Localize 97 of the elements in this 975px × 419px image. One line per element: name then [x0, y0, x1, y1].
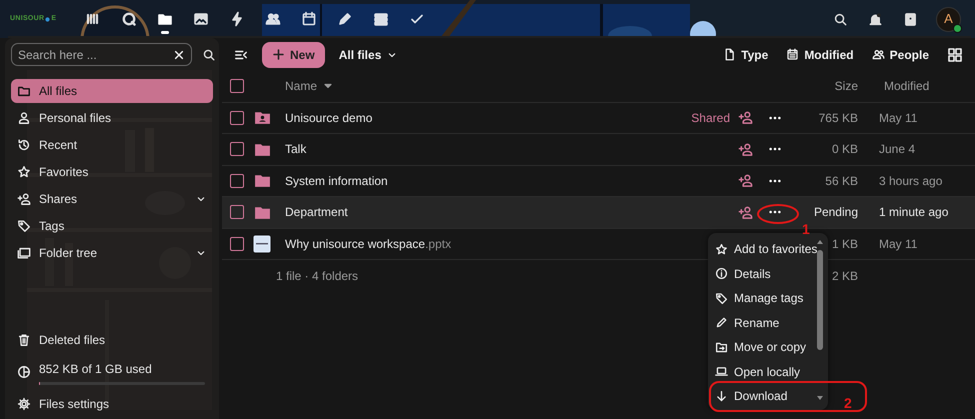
- filter-button[interactable]: Modified: [782, 46, 858, 64]
- file-size: 0 KB: [832, 142, 858, 156]
- add-person-icon: [738, 142, 752, 157]
- storage-label: 852 KB of 1 GB used: [39, 360, 153, 378]
- nav-item[interactable]: Folder tree: [11, 241, 213, 265]
- row-checkbox[interactable]: [230, 110, 244, 125]
- row-checkbox[interactable]: [230, 174, 244, 188]
- file-thumbnail-icon: [253, 234, 271, 253]
- nav-item[interactable]: Recent: [11, 133, 213, 157]
- shared-label[interactable]: Shared: [691, 108, 730, 127]
- table-row[interactable]: Unisource demo Shared 765 KB May 11: [222, 102, 975, 134]
- search-input[interactable]: Search here ...: [18, 46, 173, 64]
- table-row[interactable]: Talk 0 KB June 4: [222, 134, 975, 166]
- search-icon: [202, 48, 216, 62]
- folder-icon: [254, 172, 270, 190]
- modified-date: 3 hours ago: [878, 172, 944, 190]
- add-person-icon: [738, 110, 752, 126]
- menu-item[interactable]: Details: [708, 262, 814, 286]
- file-size: 56 KB: [825, 174, 858, 188]
- download-icon: [715, 390, 728, 403]
- row-checkbox[interactable]: [230, 142, 244, 156]
- file-size: Pending: [814, 205, 858, 220]
- shared-folder-icon: [254, 109, 270, 126]
- annotation-ellipse: [757, 204, 799, 224]
- folder-move-icon: [715, 340, 728, 354]
- file-name[interactable]: System information: [285, 172, 730, 190]
- more-icon: [769, 147, 781, 152]
- close-icon: [173, 48, 185, 60]
- add-person-icon: [738, 173, 752, 188]
- pencil-icon: [715, 316, 728, 330]
- history-icon: [17, 138, 31, 152]
- tag-icon: [715, 292, 728, 305]
- summary-text: 1 file · 4 folders: [276, 268, 358, 285]
- row-checkbox[interactable]: [230, 236, 244, 251]
- column-header: Size: [834, 78, 859, 96]
- nav-label: Files settings: [39, 396, 110, 413]
- total-size: 2 KB: [832, 268, 858, 283]
- more-icon: [769, 116, 781, 120]
- pie-chart-icon: [17, 365, 31, 379]
- file-name[interactable]: Unisource demo: [285, 108, 692, 127]
- people-icon: [872, 48, 885, 61]
- new-button[interactable]: New: [262, 42, 325, 68]
- tag-icon: [17, 219, 31, 233]
- nav-item[interactable]: Files settings: [11, 392, 213, 416]
- menu-item[interactable]: Rename: [708, 310, 814, 335]
- info-icon: [715, 267, 728, 280]
- more-icon: [769, 178, 781, 183]
- nav-item[interactable]: Favorites: [11, 160, 213, 184]
- nav-label: Deleted files: [39, 332, 106, 349]
- laptop-icon: [715, 365, 728, 378]
- file-name[interactable]: Department: [285, 203, 730, 222]
- folder-icon: [17, 84, 31, 98]
- search-field[interactable]: Search here ...: [11, 43, 192, 66]
- nav-item[interactable]: Shares: [11, 187, 213, 211]
- name-column-header[interactable]: Name: [285, 77, 334, 96]
- more-icon: [769, 210, 781, 214]
- nav-label: Recent: [39, 137, 78, 154]
- nav-item[interactable]: Personal files: [11, 106, 213, 130]
- modified-date: June 4: [878, 141, 916, 158]
- nav-item[interactable]: All files: [11, 79, 213, 103]
- nav-label: All files: [39, 83, 78, 100]
- nav-label: Tags: [39, 218, 66, 235]
- modified-date: 1 minute ago: [878, 204, 950, 222]
- column-header: Modified: [883, 78, 930, 96]
- folder-tree-icon: [17, 246, 31, 260]
- annotation-number: 2: [844, 394, 852, 413]
- modified-date: May 11: [878, 110, 918, 127]
- plus-icon: [272, 48, 285, 61]
- trash-icon: [17, 333, 31, 347]
- menu-item[interactable]: Move or copy: [708, 335, 814, 360]
- grid-view-icon: [947, 46, 963, 62]
- filter-button[interactable]: People: [868, 46, 933, 64]
- nav-label: Folder tree: [39, 245, 98, 262]
- menu-item[interactable]: Manage tags: [708, 286, 814, 310]
- add-person-icon: [17, 192, 31, 206]
- file-name[interactable]: Talk: [285, 140, 730, 158]
- gear-icon: [17, 397, 31, 411]
- person-icon: [17, 111, 31, 125]
- filter-button[interactable]: Type: [719, 46, 772, 64]
- modified-date: May 11: [878, 236, 918, 253]
- nav-label: Personal files: [39, 110, 112, 127]
- nav-label: Favorites: [39, 164, 90, 181]
- file-size: 765 KB: [818, 110, 858, 125]
- select-all-checkbox[interactable]: [230, 79, 244, 94]
- star-icon: [17, 165, 31, 179]
- add-person-icon: [738, 204, 752, 220]
- nav-label: Shares: [39, 191, 78, 208]
- document-icon: [723, 48, 736, 61]
- menu-item[interactable]: Download: [708, 384, 814, 408]
- calendar-icon: [786, 48, 800, 61]
- nav-item[interactable]: Deleted files: [11, 328, 213, 352]
- star-icon: [715, 242, 728, 256]
- location-dropdown[interactable]: All files: [334, 46, 402, 64]
- file-size: 1 KB: [832, 236, 858, 251]
- row-checkbox[interactable]: [230, 205, 244, 220]
- menu-item[interactable]: Open locally: [708, 360, 814, 384]
- nav-item[interactable]: Tags: [11, 214, 213, 238]
